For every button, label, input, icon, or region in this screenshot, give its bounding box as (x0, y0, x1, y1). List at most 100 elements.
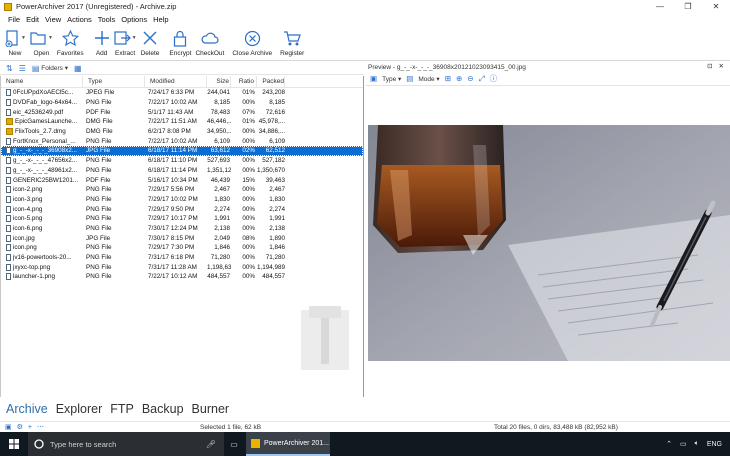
add-status-icon[interactable]: + (28, 424, 32, 431)
mode-dropdown[interactable]: Mode ▾ (418, 75, 439, 83)
menu-help[interactable]: Help (153, 15, 168, 24)
table-row[interactable]: g_-_-x-_-_-_36908x2... JPG File 6/18/17 11… (1, 146, 363, 156)
table-row[interactable]: icon-4.png PNG File 7/29/17 9:50 PM 2,274 00… (1, 204, 363, 214)
column-name[interactable]: Name (1, 76, 83, 88)
start-button[interactable] (0, 432, 28, 456)
table-row[interactable]: launcher-1.png PNG File 7/22/17 10:12 AM 48… (1, 272, 363, 282)
favorites-button[interactable]: Favorites (57, 25, 84, 60)
preview-undock-icon[interactable]: ⊡ (707, 62, 712, 70)
system-tray: ⌃ ▭ 🔈︎ ENG (666, 432, 722, 456)
view-list-icon[interactable]: ☰ (19, 64, 26, 73)
table-row[interactable]: icon.png PNG File 7/29/17 7:30 PM 1,846 00% 1… (1, 243, 363, 253)
tray-chevron-icon[interactable]: ⌃ (666, 440, 672, 448)
file-modified-cell: 7/29/17 10:17 PM (148, 215, 198, 223)
menu-actions[interactable]: Actions (67, 15, 92, 24)
zoom-out-icon[interactable]: ⊖ (467, 74, 473, 83)
layout-icon[interactable]: ▦ (74, 64, 82, 73)
file-ratio-cell: 00% (242, 215, 255, 223)
column-size[interactable]: Size (207, 76, 231, 88)
close-circle-icon (244, 30, 260, 46)
menu-tools[interactable]: Tools (98, 15, 116, 24)
file-pane-toolbar: ⇅ ☰ ▤ Folders ▾ ▦ (0, 62, 364, 75)
file-modified-cell: 7/24/17 6:33 PM (148, 89, 195, 97)
more-status-icon[interactable]: ⋯ (37, 423, 44, 431)
register-button[interactable]: Register (280, 25, 304, 60)
folders-dropdown[interactable]: ▤ Folders ▾ (32, 64, 68, 73)
column-modified[interactable]: Modified (145, 76, 207, 88)
file-ratio-cell: 00% (242, 205, 255, 213)
table-row[interactable]: jxyxc-top.png PNG File 7/31/17 11:28 AM 1,1… (1, 262, 363, 272)
close-button[interactable]: ✕ (702, 0, 730, 13)
restore-button[interactable]: ❐ (674, 0, 702, 13)
file-size-cell: 484,557 (207, 273, 230, 281)
microphone-icon[interactable]: 🎤︎ (206, 440, 216, 449)
chevron-down-icon: ▼ (131, 35, 137, 41)
file-name-cell: icon-6.png (1, 224, 83, 232)
tab-archive[interactable]: Archive (6, 402, 48, 416)
table-row[interactable]: icon-2.png PNG File 7/29/17 5:56 PM 2,467 00… (1, 185, 363, 195)
sort-icon[interactable]: ⇅ (6, 64, 13, 73)
table-row[interactable]: GENERIC25BW1201... PDF File 5/16/17 10:34 … (1, 175, 363, 185)
menu-view[interactable]: View (45, 15, 61, 24)
table-row[interactable]: eic_42536249.pdf PDF File 5/1/17 11:43 AM 7… (1, 107, 363, 117)
preview-close-icon[interactable]: ✕ (719, 62, 724, 70)
table-row[interactable]: jv16-powertools-20... PNG File 7/31/17 6:1… (1, 253, 363, 263)
tab-backup[interactable]: Backup (142, 402, 184, 416)
menu-bar: File Edit View Actions Tools Options Hel… (0, 13, 730, 25)
menu-options[interactable]: Options (121, 15, 147, 24)
new-button[interactable]: ▼ New (4, 25, 26, 60)
info-icon[interactable]: ⓘ (490, 73, 498, 84)
type-dropdown[interactable]: Type ▾ (382, 75, 401, 83)
tab-explorer[interactable]: Explorer (56, 402, 103, 416)
column-ratio[interactable]: Ratio (231, 76, 257, 88)
table-row[interactable]: FortKnox_Personal_... PNG File 7/22/17 10:… (1, 136, 363, 146)
folder-icon: ▤ (31, 63, 40, 73)
file-name-text: icon-5.png (13, 215, 43, 223)
table-row[interactable]: icon-5.png PNG File 7/29/17 10:17 PM 1,991 0… (1, 214, 363, 224)
file-ratio-cell: 00% (242, 224, 255, 232)
minimize-button[interactable]: — (646, 0, 674, 13)
tab-ftp[interactable]: FTP (110, 402, 134, 416)
tool-status-icon[interactable]: ⚙ (17, 423, 23, 431)
task-view-icon[interactable]: ▭ (224, 432, 244, 456)
column-type[interactable]: Type (83, 76, 145, 88)
fit-icon[interactable]: ⊞ (445, 74, 451, 83)
delete-x-icon (143, 31, 157, 45)
file-name-cell: g_-_-x-_-_-_47656x2... (1, 157, 83, 165)
column-packed[interactable]: Packed (257, 76, 285, 88)
table-row[interactable]: FlixTools_2.7.dmg DMG File 6/2/17 8:08 PM 3… (1, 127, 363, 137)
menu-edit[interactable]: Edit (26, 15, 39, 24)
table-row[interactable]: g_-_-x-_-_-_47656x2... PNG File 6/18/17 11… (1, 156, 363, 166)
checkout-button[interactable]: CheckOut (195, 25, 224, 60)
table-row[interactable]: icon-6.png PNG File 7/30/17 12:24 PM 2,138 0… (1, 224, 363, 234)
encrypt-button[interactable]: Encrypt (169, 25, 191, 60)
close-archive-button[interactable]: Close Archive (232, 25, 272, 60)
language-indicator[interactable]: ENG (707, 441, 722, 448)
table-row[interactable]: icon.jpg JPG File 7/30/17 8:15 PM 2,049 08% 1… (1, 233, 363, 243)
table-row[interactable]: EpicGamesLaunche... DMG File 7/22/17 11:51… (1, 117, 363, 127)
network-icon[interactable]: ▭ (680, 440, 687, 448)
table-row[interactable]: 0FcUPpdXoAECl5c... JPEG File 7/24/17 6:33 … (1, 88, 363, 98)
type-label: Type (382, 75, 397, 83)
tab-burner[interactable]: Burner (192, 402, 230, 416)
zoom-in-icon[interactable]: ⊕ (456, 74, 462, 83)
open-button[interactable]: ▼ Open (30, 25, 53, 60)
file-name-text: launcher-1.png (13, 273, 56, 281)
delete-button[interactable]: Delete (141, 25, 159, 60)
taskbar-app-powerarchiver[interactable]: PowerArchiver 201... (246, 432, 330, 456)
archive-status-icon[interactable]: ▣ (5, 423, 12, 431)
register-label: Register (280, 50, 305, 57)
table-row[interactable]: g_-_-x-_-_-_48961x2... PNG File 6/18/17 11… (1, 166, 363, 176)
table-row[interactable]: DVDFab_logo-64x64... PNG File 7/22/17 10:0… (1, 98, 363, 108)
file-type-cell: PNG File (86, 215, 112, 223)
menu-file[interactable]: File (8, 15, 20, 24)
extract-button[interactable]: ▼ Extract (114, 25, 137, 60)
file-name-cell: icon.jpg (1, 234, 83, 242)
fullscreen-icon[interactable]: ⤢ (479, 74, 485, 84)
add-button[interactable]: Add (94, 25, 110, 60)
taskbar-search[interactable]: Type here to search 🎤︎ (28, 432, 224, 456)
file-modified-cell: 7/31/17 11:28 AM (148, 263, 197, 271)
volume-icon[interactable]: 🔈︎ (695, 440, 699, 448)
table-row[interactable]: icon-3.png PNG File 7/29/17 10:02 PM 1,830 0… (1, 195, 363, 205)
file-type-cell: PNG File (86, 99, 112, 107)
